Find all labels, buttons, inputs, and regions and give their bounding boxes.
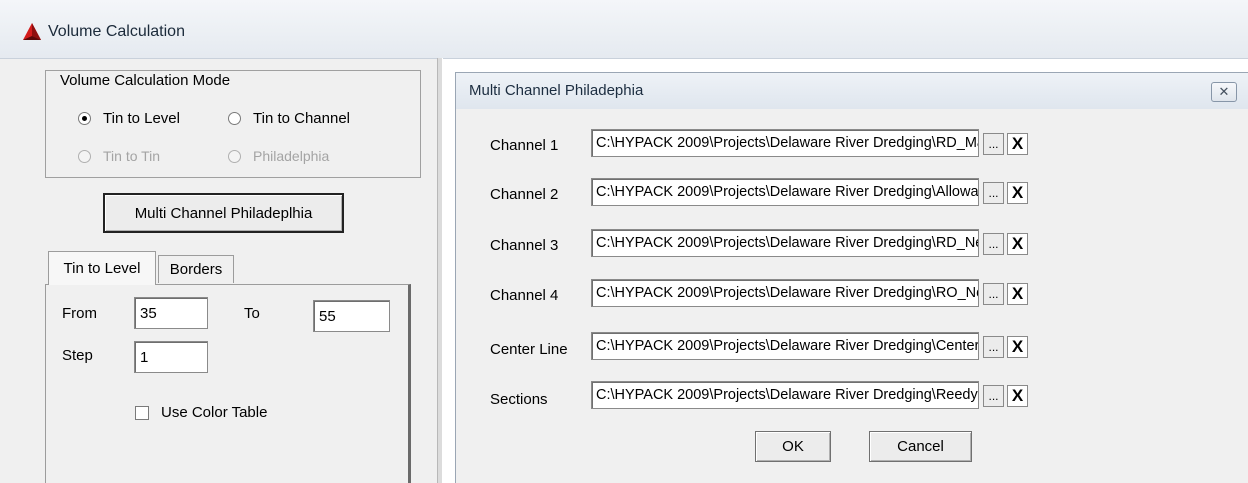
- radio-tin-to-level[interactable]: Tin to Level: [78, 110, 180, 127]
- radio-philadelphia[interactable]: Philadelphia: [228, 148, 329, 164]
- radio-label: Tin to Channel: [253, 110, 351, 127]
- clear-button-sections[interactable]: X: [1007, 385, 1028, 407]
- mode-group-label: Volume Calculation Mode: [58, 72, 233, 89]
- from-input[interactable]: 35: [134, 297, 208, 329]
- row-label-sections: Sections: [490, 391, 548, 408]
- step-input[interactable]: 1: [134, 341, 208, 373]
- radio-checked-icon[interactable]: [78, 112, 91, 125]
- row-label-channel-1: Channel 1: [490, 137, 559, 154]
- clear-button-channel-1[interactable]: X: [1007, 133, 1028, 155]
- app-logo-icon: [23, 23, 41, 40]
- dialog-title: Multi Channel Philadephia: [469, 82, 644, 99]
- row-label-channel-2: Channel 2: [490, 186, 559, 203]
- window-titlebar[interactable]: [0, 0, 1248, 59]
- browse-button-sections[interactable]: ...: [983, 385, 1004, 407]
- clear-button-center-line[interactable]: X: [1007, 336, 1028, 358]
- use-color-table-checkbox[interactable]: Use Color Table: [135, 404, 267, 421]
- channel-1-path-input[interactable]: C:\HYPACK 2009\Projects\Delaware River D…: [591, 129, 979, 157]
- browse-button-center-line[interactable]: ...: [983, 336, 1004, 358]
- row-label-center-line: Center Line: [490, 341, 568, 358]
- channel-3-path-input[interactable]: C:\HYPACK 2009\Projects\Delaware River D…: [591, 229, 979, 257]
- radio-icon[interactable]: [228, 149, 241, 163]
- channel-2-path-input[interactable]: C:\HYPACK 2009\Projects\Delaware River D…: [591, 178, 979, 206]
- checkbox-box[interactable]: [135, 405, 149, 420]
- sections-path-input[interactable]: C:\HYPACK 2009\Projects\Delaware River D…: [591, 381, 979, 409]
- radio-label: Tin to Tin: [103, 148, 161, 164]
- tab-borders[interactable]: Borders: [158, 255, 234, 283]
- radio-label: Tin to Level: [103, 110, 180, 127]
- multi-channel-dialog: Multi Channel Philadephia ✕ Channel 1 C:…: [455, 72, 1248, 483]
- browse-button-channel-3[interactable]: ...: [983, 233, 1004, 255]
- to-label: To: [244, 305, 260, 322]
- to-input[interactable]: 55: [313, 300, 390, 332]
- tab-tin-to-level[interactable]: Tin to Level: [48, 251, 156, 285]
- checkbox-label: Use Color Table: [161, 404, 268, 421]
- radio-tin-to-channel[interactable]: Tin to Channel: [228, 110, 350, 127]
- row-label-channel-4: Channel 4: [490, 287, 559, 304]
- center-line-path-input[interactable]: C:\HYPACK 2009\Projects\Delaware River D…: [591, 332, 979, 360]
- window-divider: [437, 58, 443, 483]
- cancel-button[interactable]: Cancel: [869, 431, 972, 462]
- channel-4-path-input[interactable]: C:\HYPACK 2009\Projects\Delaware River D…: [591, 279, 979, 307]
- browse-button-channel-2[interactable]: ...: [983, 182, 1004, 204]
- clear-button-channel-2[interactable]: X: [1007, 182, 1028, 204]
- radio-label: Philadelphia: [253, 148, 330, 164]
- clear-button-channel-4[interactable]: X: [1007, 283, 1028, 305]
- browse-button-channel-4[interactable]: ...: [983, 283, 1004, 305]
- from-label: From: [62, 305, 97, 322]
- window-title: Volume Calculation: [48, 23, 185, 40]
- radio-icon[interactable]: [228, 112, 241, 125]
- browse-button-channel-1[interactable]: ...: [983, 133, 1004, 155]
- clear-button-channel-3[interactable]: X: [1007, 233, 1028, 255]
- multi-channel-button[interactable]: Multi Channel Philadeplhia: [103, 193, 344, 233]
- radio-icon[interactable]: [78, 149, 91, 163]
- radio-tin-to-tin[interactable]: Tin to Tin: [78, 148, 160, 164]
- step-label: Step: [62, 347, 93, 364]
- row-label-channel-3: Channel 3: [490, 237, 559, 254]
- ok-button[interactable]: OK: [755, 431, 831, 462]
- close-icon[interactable]: ✕: [1211, 82, 1237, 102]
